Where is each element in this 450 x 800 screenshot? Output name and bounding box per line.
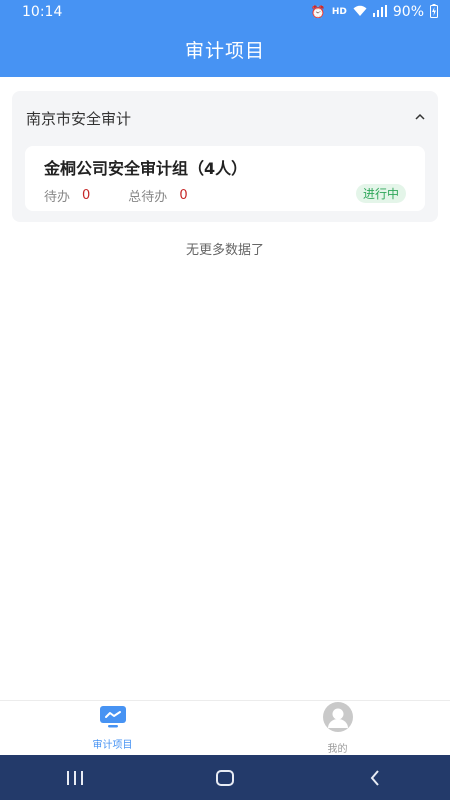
status-badge: 进行中	[355, 184, 406, 203]
tab-profile-label: 我的	[327, 744, 348, 755]
system-nav-bar	[0, 755, 450, 800]
chevron-up-icon[interactable]	[412, 108, 428, 124]
audit-group-card[interactable]: 金桐公司安全审计组（4人） 待办 0 总待办 0 进行中	[25, 146, 425, 211]
status-bar: 10:14 ⏰ HD 90%	[0, 0, 450, 24]
page-title: 审计项目	[184, 40, 265, 62]
recent-apps-icon[interactable]	[45, 755, 105, 800]
battery-charging-icon	[430, 3, 438, 21]
signal-icon	[372, 4, 387, 20]
alarm-icon: ⏰	[310, 5, 326, 19]
tab-audit-project-label: 审计项目	[92, 740, 133, 751]
status-icons: ⏰ HD 90%	[310, 3, 438, 21]
todo-count: 0	[82, 188, 91, 203]
status-time: 10:14	[22, 4, 63, 20]
list-end-text: 无更多数据了	[185, 243, 264, 258]
screen: 10:14 ⏰ HD 90% 审计项目 南京市安全审计 金桐公司安全审计组（4人…	[0, 0, 450, 800]
tab-profile[interactable]: 我的	[225, 701, 450, 756]
app-header: 10:14 ⏰ HD 90% 审计项目	[0, 0, 450, 77]
group-title[interactable]: 南京市安全审计	[26, 108, 131, 129]
total-todo-label: 总待办	[128, 190, 168, 205]
back-icon[interactable]	[345, 755, 405, 800]
wifi-icon	[353, 5, 367, 20]
battery-level: 90%	[392, 4, 424, 20]
project-group: 南京市安全审计 金桐公司安全审计组（4人） 待办 0 总待办 0 进行中	[12, 91, 438, 222]
card-stats: 待办 0 总待办 0	[44, 186, 188, 205]
home-icon[interactable]	[195, 755, 255, 800]
card-title: 金桐公司安全审计组（4人）	[44, 159, 248, 178]
tab-audit-project[interactable]: 审计项目	[0, 701, 225, 756]
todo-label: 待办	[44, 190, 71, 205]
profile-icon	[322, 702, 353, 736]
hd-icon: HD	[331, 7, 347, 17]
total-todo-count: 0	[179, 188, 188, 203]
bottom-tab-bar: 审计项目 我的	[0, 700, 450, 755]
audit-project-icon	[99, 706, 126, 732]
